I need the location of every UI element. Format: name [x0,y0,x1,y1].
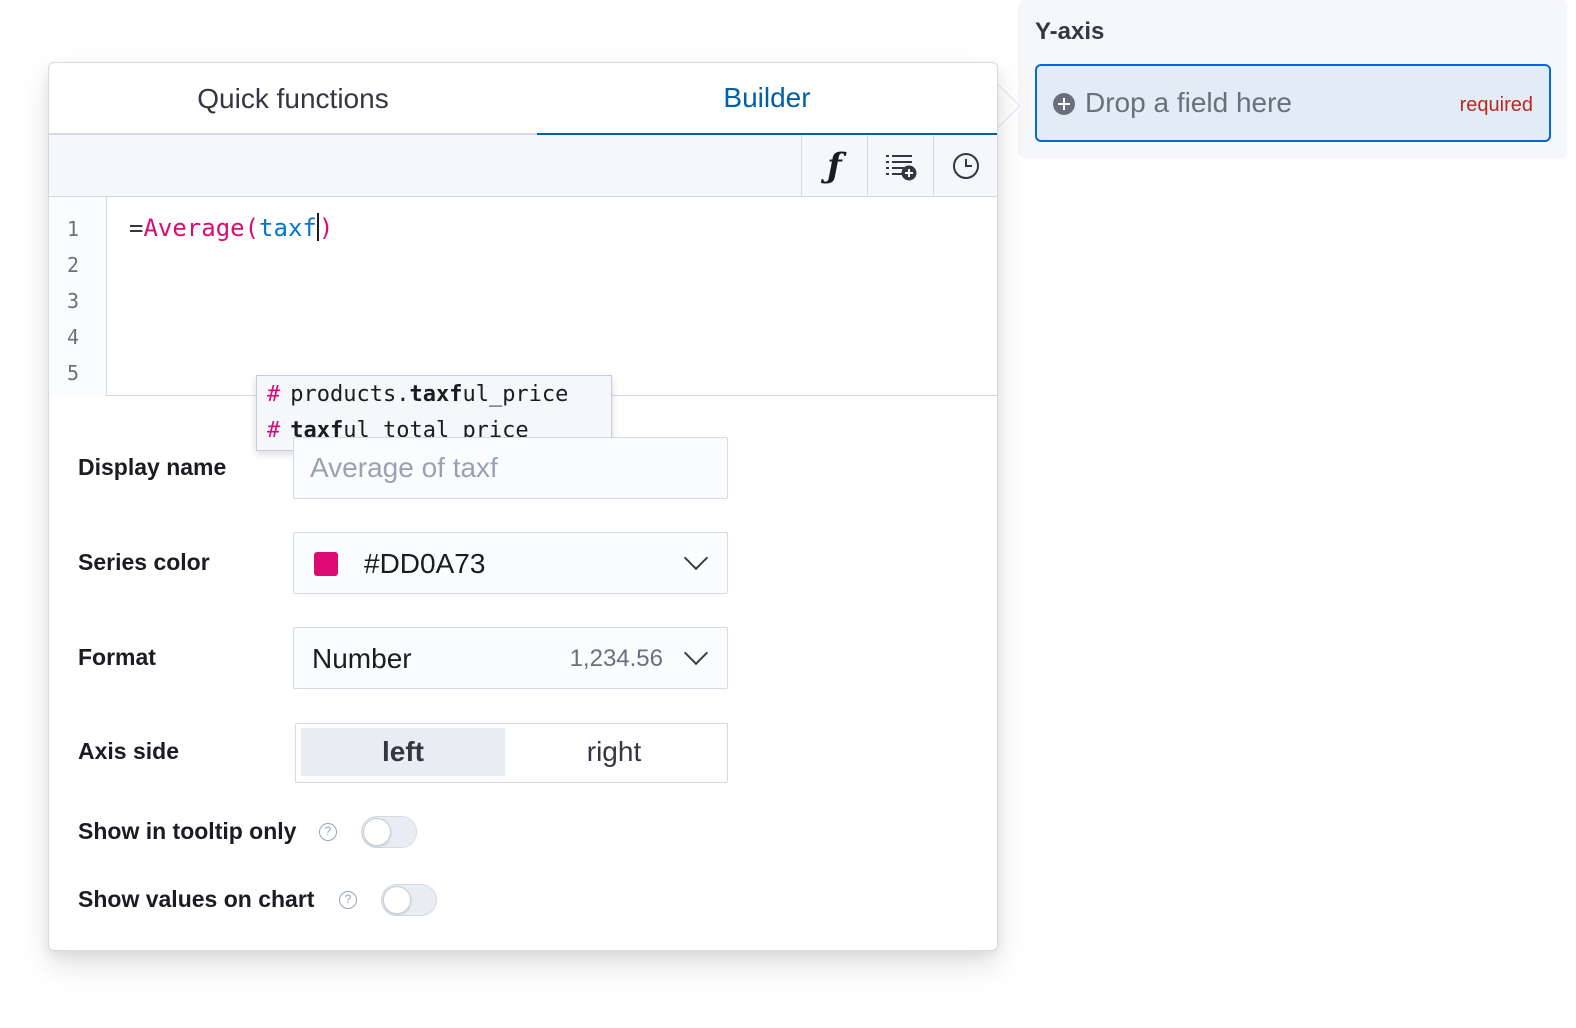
dropzone-label: Drop a field here [1085,87,1293,118]
chevron-down-icon [683,640,709,666]
number-field-icon: # [267,382,281,407]
tab-builder[interactable]: Builder [537,63,997,137]
line-number: 4 [66,325,80,349]
color-swatch [314,552,338,576]
format-value: Number [312,643,412,674]
format-example: 1,234.56 [569,645,663,672]
switch-knob [363,818,391,846]
tooltip-only-label: Show in tooltip only [78,818,297,844]
format-label: Format [78,644,156,670]
number-field-icon: # [267,418,281,443]
popover-arrow [997,84,1019,128]
time-shift-button[interactable] [933,135,997,197]
line-number: 3 [66,289,80,313]
switch-knob [383,886,411,914]
formula-editor[interactable]: 1 2 3 4 5 =Average(taxf) # products.taxfu… [49,197,997,451]
code-equals: = [129,214,144,242]
display-name-label: Display name [78,454,227,480]
code-function: Average( [143,214,260,242]
y-axis-panel: Y-axis Drop a field here required [1018,0,1567,158]
chevron-down-icon [683,545,709,571]
display-name-field [293,437,728,499]
tab-quick-functions[interactable]: Quick functions [49,63,537,135]
line-number: 2 [66,253,80,277]
function-reference-button[interactable]: ƒ [801,135,867,197]
formula-popover: Quick functions Builder ƒ 1 2 3 4 5 =Ave… [48,62,998,951]
axis-side-left-button[interactable]: left [301,728,505,776]
required-label: required [1459,94,1533,116]
line-number: 1 [66,217,80,241]
question-in-circle-icon[interactable]: ? [339,891,357,909]
series-color-label: Series color [78,549,210,575]
clock-icon [952,153,979,179]
y-axis-title: Y-axis [1035,18,1105,45]
format-select[interactable]: Number 1,234.56 [293,627,728,689]
question-in-circle-icon[interactable]: ? [319,823,337,841]
axis-side-button-group: left right [295,723,728,783]
code-argument: taxf [259,214,317,242]
function-icon: ƒ [827,146,842,186]
values-on-chart-switch[interactable] [381,884,437,916]
display-name-input[interactable] [294,438,727,498]
editor-toolbar: ƒ [49,135,997,197]
suggestion-prefix: products. [290,382,410,407]
plus-in-circle-icon [1053,93,1075,115]
tab-builder-label: Builder [723,82,811,113]
series-color-picker[interactable]: #DD0A73 [293,532,728,594]
tab-bar: Quick functions Builder [49,63,997,137]
axis-side-right-button[interactable]: right [512,728,716,776]
insert-field-button[interactable] [867,135,933,197]
suggestion-suffix: ul_price [462,382,569,407]
suggestion-match: taxf [409,382,463,407]
axis-side-label: Axis side [78,738,179,764]
tooltip-only-switch[interactable] [361,816,417,848]
series-color-value: #DD0A73 [364,548,486,579]
y-axis-dropzone[interactable]: Drop a field here required [1035,64,1551,142]
suggestion-item[interactable]: # products.taxful_price [267,377,568,413]
list-add-icon [885,155,916,181]
line-number-gutter: 1 2 3 4 5 [49,197,107,396]
values-on-chart-label: Show values on chart [78,886,315,912]
code-close-paren: ) [318,214,334,242]
line-number: 5 [66,361,80,385]
code-line[interactable]: =Average(taxf) [129,213,333,242]
